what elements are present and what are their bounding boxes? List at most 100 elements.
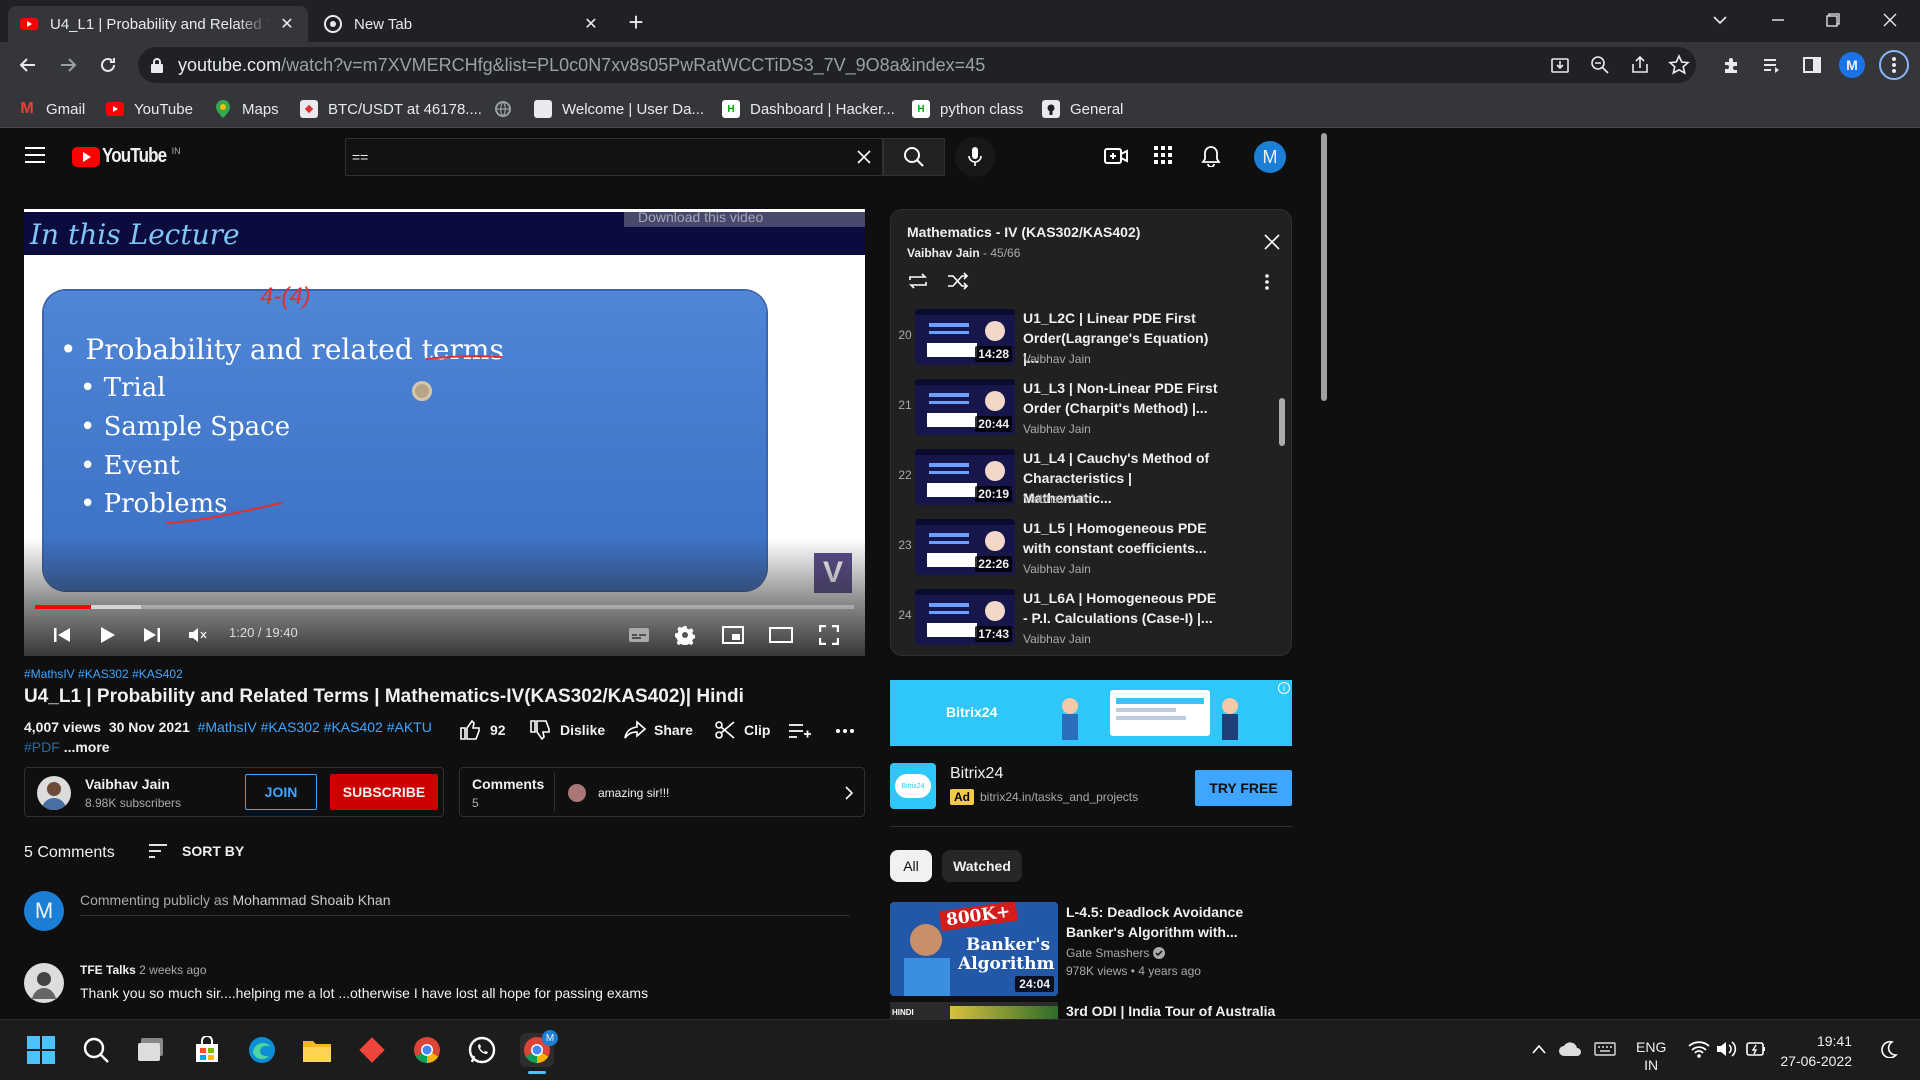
hamburger-menu-icon[interactable] xyxy=(24,146,46,164)
zoom-icon[interactable] xyxy=(1590,55,1610,75)
whatsapp-icon[interactable] xyxy=(465,1033,499,1067)
recommended-channel[interactable]: Gate Smashers xyxy=(1066,946,1149,960)
window-restore-button[interactable] xyxy=(1818,6,1846,34)
save-to-playlist-icon[interactable] xyxy=(788,723,812,739)
battery-icon[interactable] xyxy=(1746,1040,1766,1058)
ad-domain[interactable]: bitrix24.in/tasks_and_projects xyxy=(980,790,1138,804)
recommended-title[interactable]: L-4.5: Deadlock Avoidance Banker's Algor… xyxy=(1066,902,1286,942)
recommended-thumbnail[interactable]: 800K+ Banker's Algorithm 24:04 xyxy=(890,902,1058,996)
subscribe-button[interactable]: SUBSCRIBE xyxy=(330,774,438,810)
playlist-item[interactable]: 20 14:28 U1_L2C | Linear PDE First Order… xyxy=(891,306,1281,376)
ad-banner[interactable]: Bitrix24 i xyxy=(890,680,1292,746)
miniplayer-icon[interactable] xyxy=(718,621,748,649)
sort-by-button[interactable]: SORT BY xyxy=(148,843,244,859)
voice-search-button[interactable] xyxy=(955,137,995,177)
shuffle-icon[interactable] xyxy=(947,272,969,290)
dislike-button[interactable]: Dislike xyxy=(530,720,605,740)
comment-author[interactable]: TFE Talks xyxy=(80,963,136,977)
previous-video-icon[interactable] xyxy=(48,621,76,649)
comment-time[interactable]: 2 weeks ago xyxy=(139,963,206,977)
extensions-puzzle-icon[interactable] xyxy=(1716,49,1748,81)
task-view-icon[interactable] xyxy=(134,1033,168,1067)
lock-icon[interactable] xyxy=(150,57,164,73)
bookmark-btc[interactable]: BTC/USDT at 46178.... xyxy=(300,96,482,122)
language-indicator[interactable]: ENG IN xyxy=(1636,1038,1666,1074)
window-close-button[interactable] xyxy=(1876,6,1904,34)
playlist-item[interactable]: 24 17:43 U1_L6A | Homogeneous PDE - P.I.… xyxy=(891,586,1281,656)
clock[interactable]: 19:41 27-06-2022 xyxy=(1776,1031,1852,1071)
tab-youtube-video[interactable]: U4_L1 | Probability and Related Terms | … xyxy=(8,6,308,42)
next-video-icon[interactable] xyxy=(138,621,166,649)
playlist-item[interactable]: 21 20:44 U1_L3 | Non-Linear PDE First Or… xyxy=(891,376,1281,446)
playlist-item[interactable]: 22 20:19 U1_L4 | Cauchy's Method of Char… xyxy=(891,446,1281,516)
share-button[interactable]: Share xyxy=(624,720,693,740)
file-explorer-icon[interactable] xyxy=(300,1033,334,1067)
search-input[interactable]: == xyxy=(345,138,883,176)
fullscreen-icon[interactable] xyxy=(814,621,844,649)
share-page-icon[interactable] xyxy=(1630,55,1650,75)
back-arrow-icon[interactable] xyxy=(12,49,44,81)
progress-bar[interactable] xyxy=(35,605,854,609)
filter-chip-all[interactable]: All xyxy=(890,850,932,882)
playlist-owner[interactable]: Vaibhav Jain xyxy=(907,246,980,260)
channel-avatar[interactable] xyxy=(37,776,71,810)
account-avatar[interactable]: M xyxy=(1254,141,1286,173)
video-hashtags[interactable]: #MathsIV #KAS302 #KAS402 xyxy=(24,667,183,681)
bookmark-hacker-dashboard[interactable]: H Dashboard | Hacker... xyxy=(722,96,895,122)
forward-arrow-icon[interactable] xyxy=(52,49,84,81)
wifi-icon[interactable] xyxy=(1688,1040,1710,1058)
tab-close-button[interactable]: ✕ xyxy=(582,15,600,33)
edge-browser-icon[interactable] xyxy=(245,1033,279,1067)
chrome-menu-icon[interactable] xyxy=(1879,50,1909,80)
tab-new-tab[interactable]: New Tab ✕ xyxy=(312,6,612,42)
settings-gear-icon[interactable] xyxy=(670,621,700,649)
address-bar[interactable]: youtube.com/watch?v=m7XVMERCHfg&list=PL0… xyxy=(138,47,1696,83)
window-minimize-button[interactable] xyxy=(1764,6,1792,34)
bookmark-youtube[interactable]: YouTube xyxy=(106,96,193,122)
recommended-title[interactable]: 3rd ODI | India Tour of Australia xyxy=(1066,1003,1275,1019)
clear-search-icon[interactable] xyxy=(856,149,872,165)
subtitles-icon[interactable] xyxy=(624,621,654,649)
theater-mode-icon[interactable] xyxy=(766,621,796,649)
bookmark-user-dashboard[interactable]: Welcome | User Da... xyxy=(534,96,704,122)
playlist-title[interactable]: Mathematics - IV (KAS302/KAS402) xyxy=(907,224,1140,240)
download-overlay[interactable]: Download this video xyxy=(624,209,865,227)
bookmark-globe[interactable] xyxy=(494,96,522,122)
search-button[interactable] xyxy=(883,138,945,176)
filter-chip-watched[interactable]: Watched xyxy=(942,850,1022,882)
ad-info-icon[interactable]: i xyxy=(1278,682,1290,694)
bookmark-python-class[interactable]: Hpython class xyxy=(912,96,1023,122)
channel-name[interactable]: Vaibhav Jain xyxy=(85,776,170,792)
bookmark-gmail[interactable]: M Gmail xyxy=(18,96,85,122)
tab-close-button[interactable]: ✕ xyxy=(278,15,296,33)
playlist-menu-icon[interactable] xyxy=(1265,274,1269,290)
tab-search-chevron-icon[interactable] xyxy=(1708,8,1732,32)
comments-preview[interactable]: Comments 5 amazing sir!!! xyxy=(459,767,865,817)
page-scrollbar-thumb[interactable] xyxy=(1321,133,1327,401)
volume-muted-icon[interactable] xyxy=(184,621,212,649)
anydesk-icon[interactable] xyxy=(355,1033,389,1067)
focus-assist-moon-icon[interactable] xyxy=(1880,1040,1898,1058)
notifications-bell-icon[interactable] xyxy=(1201,145,1221,167)
new-tab-button[interactable]: + xyxy=(622,7,650,37)
chevron-right-icon[interactable] xyxy=(844,786,854,800)
advertiser-name[interactable]: Bitrix24 xyxy=(950,765,1003,783)
show-hidden-icons-chevron-icon[interactable] xyxy=(1532,1044,1546,1054)
description-hashtags[interactable]: #MathsIV #KAS302 #KAS402 #AKTU xyxy=(198,719,432,735)
windows-start-icon[interactable] xyxy=(24,1033,58,1067)
description-more[interactable]: ...more xyxy=(64,739,110,755)
loop-playlist-icon[interactable] xyxy=(907,272,929,290)
try-free-button[interactable]: TRY FREE xyxy=(1195,770,1292,806)
volume-icon[interactable] xyxy=(1716,1040,1738,1058)
bookmark-star-icon[interactable] xyxy=(1668,54,1690,76)
join-button[interactable]: JOIN xyxy=(245,774,317,810)
more-actions-icon[interactable] xyxy=(836,729,854,733)
playlist-item[interactable]: 23 22:26 U1_L5 | Homogeneous PDE with co… xyxy=(891,516,1281,586)
apps-grid-icon[interactable] xyxy=(1154,146,1172,164)
bookmark-general[interactable]: General xyxy=(1042,96,1123,122)
reload-icon[interactable] xyxy=(92,49,124,81)
like-button[interactable]: 92 xyxy=(460,720,506,740)
create-video-icon[interactable] xyxy=(1104,146,1128,166)
clip-button[interactable]: Clip xyxy=(714,720,770,740)
youtube-logo[interactable]: YouTube IN xyxy=(72,145,181,168)
